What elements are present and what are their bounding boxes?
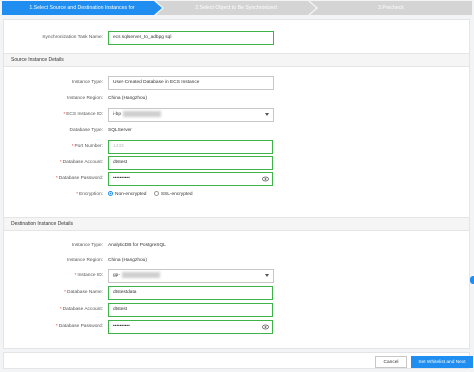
dest-password-value: •••••••••• xyxy=(113,324,130,329)
source-port-row: *Port Number: 1433 xyxy=(4,140,471,154)
source-account-input[interactable]: dtstest xyxy=(108,156,273,170)
source-port-value: 1433 xyxy=(113,144,124,149)
dest-region-label: Instance Region: xyxy=(66,258,103,263)
chevron-down-icon xyxy=(265,274,269,277)
task-name-row: Synchronization Task Name: ecs sqlserver… xyxy=(4,31,471,45)
step-3: 3.Precheck xyxy=(310,1,472,15)
dest-password-label: *Database Password: xyxy=(55,324,103,329)
dest-region-row: Instance Region: China (Hangzhou) xyxy=(4,254,471,268)
config-card: Synchronization Task Name: ecs sqlserver… xyxy=(3,19,470,349)
source-encryption-label: *Encryption: xyxy=(76,192,103,197)
encryption-options: Non-encrypted SSL-encrypted xyxy=(108,188,199,202)
radio-selected-icon xyxy=(108,191,113,197)
source-account-row: *Database Account: dtstest xyxy=(4,156,471,170)
source-port-label-text: Port Number: xyxy=(74,144,103,149)
source-ecs-id-label-text: ECS Instance ID: xyxy=(66,112,103,117)
dest-instance-id-select[interactable]: gp- xyxy=(108,269,274,283)
dest-db-name-input[interactable]: dtstestdata xyxy=(108,286,273,300)
dest-instance-type-label: Instance Type: xyxy=(71,243,103,248)
source-instance-type-label: Instance Type: xyxy=(71,80,103,85)
chevron-down-icon xyxy=(265,113,269,116)
dest-account-label-text: Database Account: xyxy=(62,307,103,312)
source-instance-type-row: Instance Type: User-Created Database in … xyxy=(4,76,471,90)
dest-db-name-value: dtstestdata xyxy=(113,290,137,295)
source-account-label-text: Database Account: xyxy=(62,160,103,165)
cancel-button[interactable]: Cancel xyxy=(375,356,407,368)
dest-account-label: *Database Account: xyxy=(59,307,103,312)
side-scroll-handle[interactable] xyxy=(470,276,474,284)
radio-non-encrypted[interactable]: Non-encrypted xyxy=(108,191,147,197)
source-encryption-row: *Encryption: Non-encrypted SSL-encrypted xyxy=(4,188,471,202)
destination-header-text: Destination Instance Details xyxy=(11,221,73,227)
source-ecs-id-select[interactable]: i-bp xyxy=(108,108,274,122)
destination-section-header: Destination Instance Details xyxy=(4,217,469,231)
source-region-label: Instance Region: xyxy=(66,96,103,101)
dest-db-name-row: *Database Name: dtstestdata xyxy=(4,286,471,300)
source-password-input[interactable]: •••••••••• xyxy=(108,172,273,186)
dest-instance-id-label: *Instance ID: xyxy=(74,273,103,278)
source-encryption-label-text: Encryption: xyxy=(79,192,103,197)
source-section-header: Source Instance Details xyxy=(4,53,469,67)
source-port-label: *Port Number: xyxy=(71,144,103,149)
dest-password-row: *Database Password: •••••••••• xyxy=(4,320,471,334)
dest-instance-id-label-text: Instance ID: xyxy=(77,273,103,278)
source-ecs-id-row: *ECS Instance ID: i-bp xyxy=(4,108,471,122)
source-ecs-id-label: *ECS Instance ID: xyxy=(63,112,103,117)
dest-db-name-label-text: Database Name: xyxy=(67,290,103,295)
redacted-text xyxy=(121,271,160,278)
source-db-type-row: Database Type: SQLServer xyxy=(4,124,471,138)
dest-db-name-label: *Database Name: xyxy=(64,290,103,295)
footer-bar: Cancel Set Whitelist and Next xyxy=(3,352,473,369)
source-password-label: *Database Password: xyxy=(55,176,103,181)
source-account-label: *Database Account: xyxy=(59,160,103,165)
source-db-type-value: SQLServer xyxy=(108,128,132,133)
radio-non-encrypted-label: Non-encrypted xyxy=(115,192,147,197)
source-account-value: dtstest xyxy=(113,160,128,165)
redacted-text xyxy=(123,110,161,117)
task-name-value: ecs sqlserver_to_adbpg sql xyxy=(113,35,172,40)
source-instance-type-value: User-Created Database in ECS Instance xyxy=(113,80,200,85)
source-db-type-label: Database Type: xyxy=(69,128,103,133)
dest-instance-id-value: gp- xyxy=(113,273,120,278)
source-password-value: •••••••••• xyxy=(113,176,130,181)
page: 1.Select Source and Destination Instance… xyxy=(0,0,474,372)
source-password-row: *Database Password: •••••••••• xyxy=(4,172,471,186)
source-region-value: China (Hangzhou) xyxy=(108,96,147,101)
source-port-input[interactable]: 1433 xyxy=(108,140,273,154)
dest-region-value: China (Hangzhou) xyxy=(108,258,147,263)
source-ecs-id-value: i-bp xyxy=(113,112,121,117)
task-name-label: Synchronization Task Name: xyxy=(42,35,103,40)
eye-icon[interactable] xyxy=(262,324,269,330)
task-name-input[interactable]: ecs sqlserver_to_adbpg sql xyxy=(108,31,274,45)
dest-instance-id-row: *Instance ID: gp- xyxy=(4,269,471,283)
source-instance-type-select[interactable]: User-Created Database in ECS Instance xyxy=(108,76,274,90)
wizard-steps: 1.Select Source and Destination Instance… xyxy=(2,1,472,15)
dest-account-row: *Database Account: dtstest xyxy=(4,303,471,317)
dest-account-input[interactable]: dtstest xyxy=(108,303,273,317)
source-region-row: Instance Region: China (Hangzhou) xyxy=(4,92,471,106)
step-1: 1.Select Source and Destination Instance… xyxy=(2,1,162,15)
eye-icon[interactable] xyxy=(262,176,269,182)
dest-instance-type-value: AnalyticDB for PostgreSQL xyxy=(108,243,166,248)
dest-password-label-text: Database Password: xyxy=(58,324,103,329)
source-password-label-text: Database Password: xyxy=(58,176,103,181)
dest-password-input[interactable]: •••••••••• xyxy=(108,320,273,334)
radio-unselected-icon xyxy=(153,191,159,197)
dest-account-value: dtstest xyxy=(113,307,128,312)
radio-ssl-encrypted-label: SSL-encrypted xyxy=(160,192,193,197)
dest-instance-type-row: Instance Type: AnalyticDB for PostgreSQL xyxy=(4,239,471,253)
set-whitelist-next-button[interactable]: Set Whitelist and Next xyxy=(411,356,473,368)
radio-ssl-encrypted[interactable]: SSL-encrypted xyxy=(153,191,193,197)
source-header-text: Source Instance Details xyxy=(11,57,64,63)
step-2: 2.Select Object to Be Synchronized xyxy=(156,1,316,15)
